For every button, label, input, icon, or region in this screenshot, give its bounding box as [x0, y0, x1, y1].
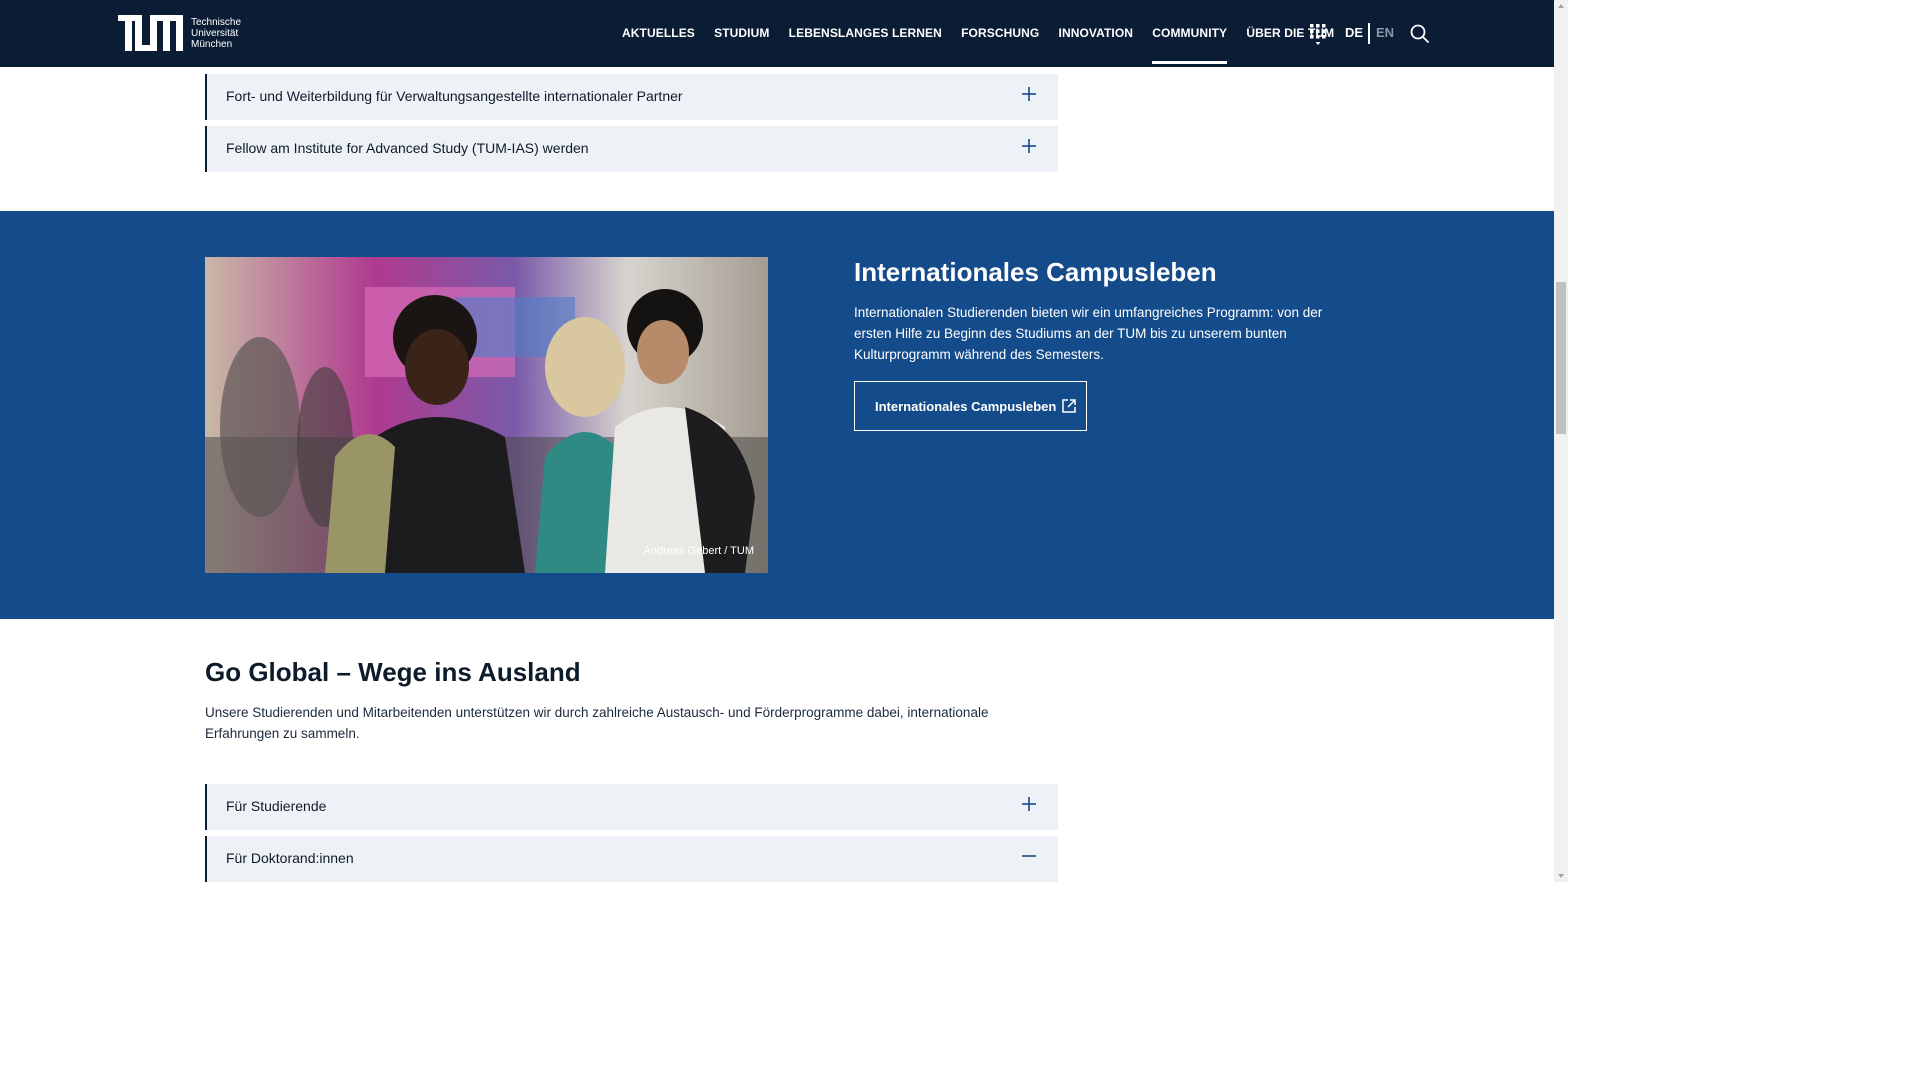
- campus-photo: Andreas Gebert / TUM: [205, 257, 768, 573]
- campus-life-title: Internationales Campusleben: [854, 257, 1217, 287]
- language-de[interactable]: DE: [1345, 25, 1363, 40]
- page-scrollbar[interactable]: [1554, 0, 1568, 882]
- plus-icon: [1022, 797, 1036, 811]
- logo-line-1: Technische: [191, 16, 242, 28]
- accordion-item-doktorandinnen[interactable]: Für Doktorand:innen: [205, 836, 1058, 882]
- nav-item-aktuelles[interactable]: AKTUELLES: [622, 0, 705, 67]
- campus-life-button-label: Internationales Campusleben: [875, 398, 1057, 414]
- accordion-item-weiterbildung[interactable]: Fort- und Weiterbildung für Verwaltungsa…: [205, 74, 1058, 120]
- nav-item-community[interactable]: COMMUNITY: [1143, 0, 1237, 67]
- photo-credit: Andreas Gebert / TUM: [643, 545, 754, 557]
- external-link-icon: [1062, 399, 1077, 413]
- campus-life-button[interactable]: Internationales Campusleben: [854, 381, 1087, 431]
- apps-grid-icon[interactable]: [1310, 24, 1326, 46]
- tum-logo[interactable]: Technische Universität München: [118, 15, 241, 51]
- campus-photo-illustration: [205, 257, 768, 573]
- plus-icon: [1022, 139, 1036, 153]
- plus-icon: [1022, 87, 1036, 101]
- accordion-label: Für Doktorand:innen: [226, 850, 354, 866]
- nav-item-forschung[interactable]: FORSCHUNG: [952, 0, 1049, 67]
- logo-line-2: Universität: [191, 27, 239, 39]
- nav-item-studium[interactable]: STUDIUM: [705, 0, 780, 67]
- accordion-label: Fellow am Institute for Advanced Study (…: [226, 140, 589, 156]
- nav-item-innovation[interactable]: INNOVATION: [1049, 0, 1143, 67]
- language-divider: [1368, 23, 1370, 44]
- scroll-up-arrow-icon[interactable]: [1558, 4, 1564, 8]
- main-nav: AKTUELLES STUDIUM LEBENSLANGES LERNEN FO…: [622, 0, 1344, 67]
- logo-line-3: München: [191, 38, 233, 50]
- accordion-item-tum-ias[interactable]: Fellow am Institute for Advanced Study (…: [205, 126, 1058, 172]
- campus-life-text: Internationalen Studierenden bieten wir …: [854, 305, 1323, 362]
- go-global-text: Unsere Studierenden und Mitarbeitenden u…: [205, 705, 989, 741]
- accordion-label: Fort- und Weiterbildung für Verwaltungsa…: [226, 88, 683, 104]
- tum-logo-mark: [118, 15, 183, 51]
- nav-item-ueber-die-tum[interactable]: ÜBER DIE TUM: [1237, 0, 1344, 67]
- go-global-title: Go Global – Wege ins Ausland: [205, 657, 581, 687]
- accordion-label: Für Studierende: [226, 798, 327, 814]
- scroll-down-arrow-icon[interactable]: [1558, 874, 1564, 878]
- scrollbar-thumb[interactable]: [1556, 282, 1566, 434]
- nav-item-lebenslanges-lernen[interactable]: LEBENSLANGES LERNEN: [779, 0, 951, 67]
- search-icon[interactable]: [1410, 24, 1429, 43]
- site-header: Technische Universität München AKTUELLES…: [0, 0, 1554, 67]
- language-en[interactable]: EN: [1376, 25, 1394, 40]
- minus-icon: [1022, 855, 1036, 857]
- accordion-item-studierende[interactable]: Für Studierende: [205, 784, 1058, 830]
- logo-wordmark: Technische Universität München: [191, 17, 241, 50]
